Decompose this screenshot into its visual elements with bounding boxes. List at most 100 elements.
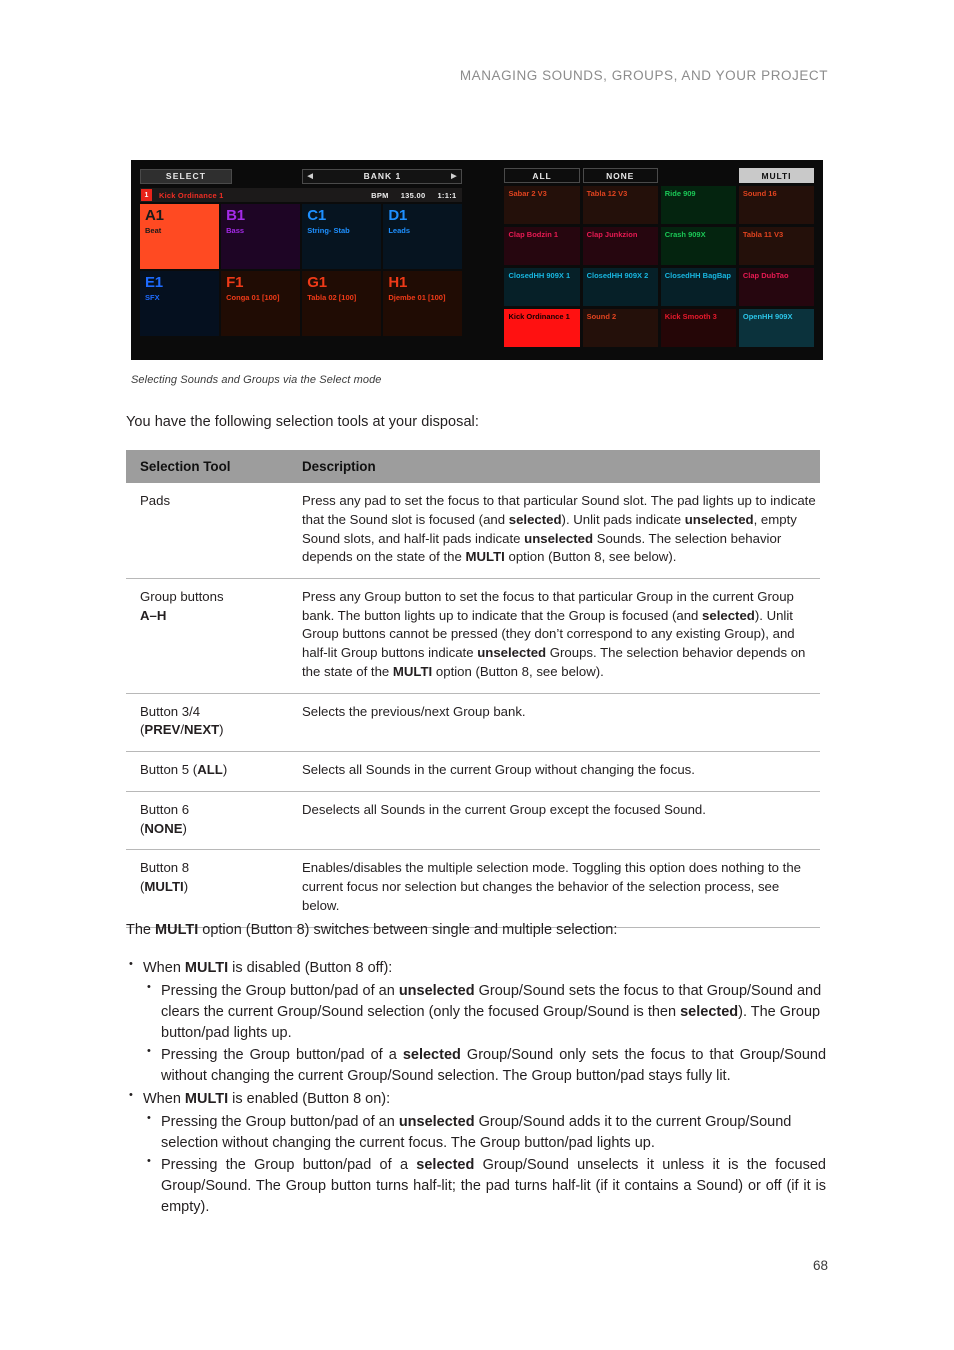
sound-pad[interactable]: Crash 909X: [660, 227, 736, 265]
triangle-right-icon[interactable]: ▶: [451, 173, 457, 180]
figure-select-mode: SELECT ◀ BANK 1 ▶ 1 Kick Ordinance 1 BPM…: [131, 160, 823, 386]
bullet-list-level1: When MULTI is disabled (Button 8 off): Pr…: [126, 957, 826, 1218]
group-pad-d1[interactable]: D1 Leads: [383, 204, 463, 269]
group-pad-f1[interactable]: F1 Conga 01 [100]: [221, 271, 301, 336]
table-row: Button 5 (ALL) Selects all Sounds in the …: [126, 751, 820, 792]
sound-pad-name: Ride 909: [664, 189, 696, 198]
transport-info: BPM 135.00 1:1:1: [371, 191, 456, 200]
group-pad-letter: A1: [145, 207, 164, 224]
group-pad-name: Conga 01 [100]: [226, 293, 280, 302]
sound-pad[interactable]: Sound 2: [582, 309, 658, 347]
intro-text: You have the following selection tools a…: [126, 414, 479, 430]
sound-pad[interactable]: Sabar 2 V3: [504, 186, 580, 224]
sound-pad[interactable]: Ride 909: [660, 186, 736, 224]
sound-pad-name: Clap Junkzion: [586, 230, 638, 239]
right-panel-toolbar: ALL NONE MULTI: [504, 168, 815, 183]
bullet-text: When MULTI is disabled (Button 8 off):: [143, 960, 393, 976]
table-row: Pads Press any pad to set the focus to th…: [126, 483, 820, 579]
sound-pad-name: Sabar 2 V3: [508, 189, 547, 198]
table-body: Pads Press any pad to set the focus to th…: [126, 483, 820, 928]
left-panel-toolbar: SELECT ◀ BANK 1 ▶: [140, 168, 463, 184]
table-cell-description: Press any pad to set the focus to that p…: [288, 483, 820, 579]
table-row: Group buttons A–H Press any Group button t…: [126, 578, 820, 694]
right-panel-button-empty: [661, 168, 736, 183]
bank-navigator[interactable]: ◀ BANK 1 ▶: [302, 168, 463, 184]
group-pad-letter: B1: [226, 207, 245, 224]
selection-tools-table: Selection Tool Description Pads Press any…: [126, 450, 820, 928]
device-display: SELECT ◀ BANK 1 ▶ 1 Kick Ordinance 1 BPM…: [131, 160, 823, 360]
bullet-item: When MULTI is enabled (Button 8 on): Pres…: [126, 1088, 826, 1218]
sound-pad-name: Clap DubTao: [742, 271, 789, 280]
group-pad-letter: H1: [388, 274, 408, 291]
bpm-label: BPM: [371, 190, 389, 200]
select-button[interactable]: SELECT: [140, 168, 232, 184]
right-panel-button-all[interactable]: ALL: [504, 168, 580, 183]
group-pad-grid: A1 Beat B1 Bass C1 String- Stab D1 Leads E1 SFX F1…: [140, 204, 463, 336]
sound-pad[interactable]: Kick Ordinance 1: [504, 309, 580, 347]
group-pad-letter: F1: [226, 274, 244, 291]
group-pad-name: Djembe 01 [100]: [388, 293, 446, 302]
sound-pad-name: ClosedHH 909X 1: [508, 271, 571, 280]
group-pad-e1[interactable]: E1 SFX: [140, 271, 220, 336]
sound-pad[interactable]: OpenHH 909X: [738, 309, 814, 347]
table-cell-description: Selects all Sounds in the current Group …: [288, 751, 820, 792]
right-panel-button-label: MULTI: [761, 170, 792, 181]
table-cell-tool: Button 6 (NONE): [126, 791, 288, 851]
group-pad-name: Beat: [145, 226, 162, 235]
sound-pad[interactable]: ClosedHH BagBap: [660, 268, 736, 306]
group-pad-letter: C1: [307, 207, 327, 224]
sound-pad[interactable]: Clap Bodzin 1: [504, 227, 580, 265]
group-pad-name: Leads: [388, 226, 411, 235]
bullet-subitem: Pressing the Group button/pad of an unse…: [143, 1111, 826, 1154]
table-cell-tool: Button 3/4 (PREV/NEXT): [126, 693, 288, 753]
sound-pad-name: Sound 2: [586, 312, 617, 321]
sound-pad-name: OpenHH 909X: [742, 312, 793, 321]
sound-pad[interactable]: Tabla 12 V3: [582, 186, 658, 224]
group-pad-c1[interactable]: C1 String- Stab: [302, 204, 382, 269]
table-cell-description: Press any Group button to set the focus …: [288, 578, 820, 694]
group-pad-a1[interactable]: A1 Beat: [140, 204, 220, 269]
bullet-subitem: Pressing the Group button/pad of a selec…: [143, 1044, 826, 1087]
device-right-panel: ALL NONE MULTI Sabar 2 V3 Tabla 12 V3 Ride 9…: [504, 168, 815, 347]
sound-pad-name: Kick Ordinance 1: [508, 312, 570, 321]
sound-pad[interactable]: ClosedHH 909X 1: [504, 268, 580, 306]
right-panel-button-multi[interactable]: MULTI: [738, 168, 815, 183]
sound-pad-name: Crash 909X: [664, 230, 706, 239]
sound-pad[interactable]: ClosedHH 909X 2: [582, 268, 658, 306]
group-pad-name: Tabla 02 [100]: [307, 293, 357, 302]
table-cell-description: Deselects all Sounds in the current Grou…: [288, 791, 820, 851]
bullet-list-level2: Pressing the Group button/pad of an unse…: [143, 1111, 826, 1218]
table-row: Button 6 (NONE) Deselects all Sounds in th…: [126, 791, 820, 851]
bpm-value: 135.00: [400, 190, 426, 200]
sound-pad-name: ClosedHH 909X 2: [586, 271, 649, 280]
sound-pad[interactable]: Clap Junkzion: [582, 227, 658, 265]
sound-pad[interactable]: Clap DubTao: [738, 268, 814, 306]
group-pad-b1[interactable]: B1 Bass: [221, 204, 301, 269]
sound-pad-name: ClosedHH BagBap: [664, 271, 731, 280]
table-cell-description: Enables/disables the multiple selection …: [288, 849, 820, 928]
figure-caption: Selecting Sounds and Groups via the Sele…: [131, 374, 382, 386]
group-pad-letter: D1: [388, 207, 408, 224]
running-header: MANAGING SOUNDS, GROUPS, AND YOUR PROJEC…: [459, 68, 828, 83]
sound-pad[interactable]: Kick Smooth 3: [660, 309, 736, 347]
bullet-item: When MULTI is disabled (Button 8 off): Pr…: [126, 957, 826, 1087]
column-header-selection-tool: Selection Tool: [126, 450, 288, 484]
table-cell-tool: Pads: [126, 483, 288, 579]
table-row: Button 8 (MULTI) Enables/disables the mult…: [126, 849, 820, 928]
right-panel-button-none[interactable]: NONE: [582, 168, 658, 183]
group-pad-h1[interactable]: H1 Djembe 01 [100]: [383, 271, 463, 336]
sound-pad-name: Kick Smooth 3: [664, 312, 717, 321]
group-pad-letter: G1: [307, 274, 327, 291]
bullet-subitem: Pressing the Group button/pad of an unse…: [143, 980, 826, 1044]
sound-pad[interactable]: Sound 16: [738, 186, 814, 224]
sound-pad-name: Clap Bodzin 1: [508, 230, 559, 239]
group-pad-g1[interactable]: G1 Tabla 02 [100]: [302, 271, 382, 336]
sound-pad-name: Sound 16: [742, 189, 777, 198]
bullet-text: When MULTI is enabled (Button 8 on):: [143, 1091, 391, 1108]
bullet-subitem: Pressing the Group button/pad of a selec…: [143, 1154, 826, 1218]
table-cell-tool: Button 8 (MULTI): [126, 849, 288, 928]
page-number: 68: [812, 1258, 828, 1273]
sound-pad-name: Tabla 11 V3: [742, 230, 784, 239]
bank-label: BANK 1: [363, 171, 402, 181]
sound-pad[interactable]: Tabla 11 V3: [738, 227, 814, 265]
